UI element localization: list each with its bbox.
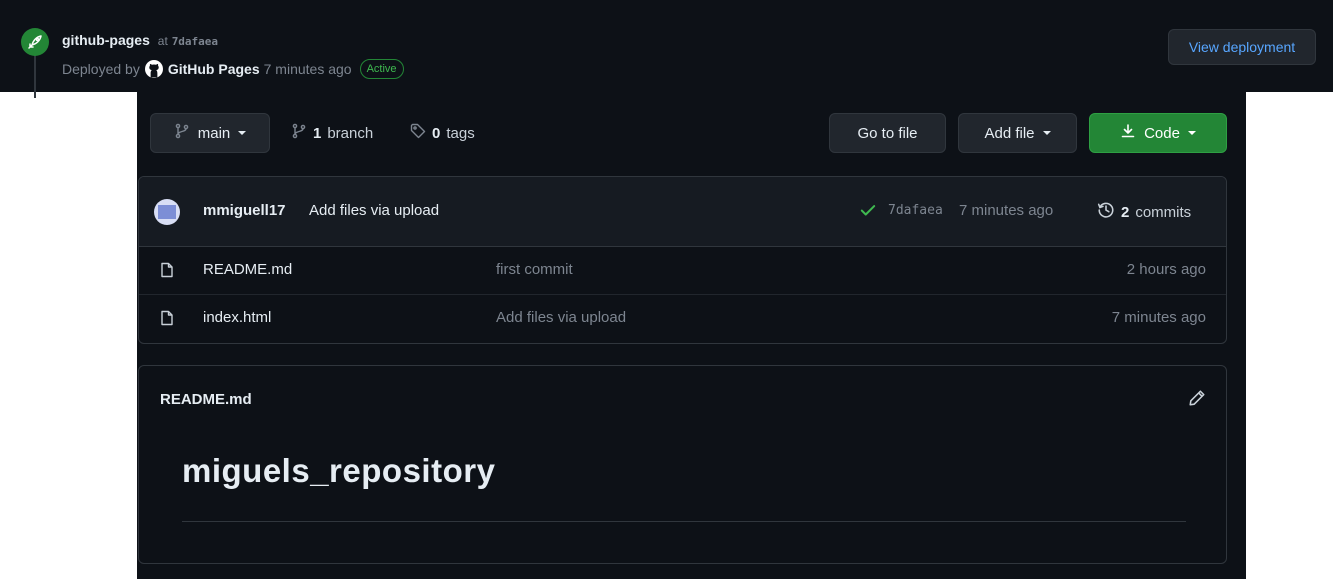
commit-sha[interactable]: 7dafaea: [888, 203, 943, 218]
deployed-by-line: Deployed by GitHub Pages 7 minutes ago A…: [62, 59, 404, 79]
chevron-down-icon: [1187, 131, 1196, 135]
code-label: Code: [1144, 124, 1180, 142]
git-branch-icon: [291, 123, 307, 143]
status-badge: Active: [359, 59, 404, 79]
file-name[interactable]: index.html: [203, 309, 271, 326]
table-row[interactable]: index.html Add files via upload 7 minute…: [139, 295, 1226, 343]
chevron-down-icon: [238, 131, 247, 135]
file-name[interactable]: README.md: [203, 261, 292, 278]
commit-message[interactable]: Add files via upload: [309, 202, 439, 219]
file-commit-message[interactable]: first commit: [496, 261, 573, 278]
pencil-icon[interactable]: [1188, 389, 1206, 412]
deployment-sha[interactable]: 7dafaea: [172, 35, 218, 48]
view-deployment-button[interactable]: View deployment: [1168, 29, 1316, 65]
download-icon: [1120, 123, 1136, 143]
github-logo-icon: [144, 59, 164, 79]
file-time: 2 hours ago: [1126, 261, 1206, 278]
branch-name: main: [197, 124, 231, 142]
at-label: at: [157, 34, 168, 48]
readme-heading: miguels_repository: [182, 452, 496, 489]
file-icon: [160, 310, 174, 331]
check-icon[interactable]: [859, 201, 877, 224]
deployer-name[interactable]: GitHub Pages: [168, 61, 260, 77]
tag-label: tags: [446, 124, 475, 142]
avatar[interactable]: [154, 199, 180, 225]
commit-count: 2: [1121, 203, 1130, 221]
commits-history-link[interactable]: 2 commits: [1097, 201, 1191, 223]
tag-icon: [410, 123, 426, 143]
add-file-button[interactable]: Add file: [958, 113, 1077, 153]
environment-name[interactable]: github-pages: [62, 32, 150, 48]
heading-divider: [182, 521, 1186, 522]
file-time: 7 minutes ago: [1111, 309, 1206, 326]
file-icon: [160, 262, 174, 283]
git-branch-icon: [174, 123, 190, 143]
deployed-by-label: Deployed by: [62, 61, 140, 77]
history-icon: [1097, 201, 1115, 223]
commit-label: commits: [1135, 203, 1192, 221]
commit-author[interactable]: mmiguell17: [203, 202, 286, 219]
branch-selector-button[interactable]: main: [150, 113, 270, 153]
go-to-file-button[interactable]: Go to file: [829, 113, 946, 153]
latest-commit-row: mmiguell17 Add files via upload 7dafaea …: [139, 177, 1226, 247]
file-list: mmiguell17 Add files via upload 7dafaea …: [138, 176, 1227, 344]
rocket-icon: [21, 28, 49, 56]
code-button[interactable]: Code: [1089, 113, 1227, 153]
repository-panel: main 1 branch 0 tags Go to file Add file: [137, 92, 1246, 579]
branch-count: 1: [313, 124, 322, 142]
deployment-banner: github-pages at 7dafaea Deployed by GitH…: [0, 0, 1333, 98]
tag-count: 0: [432, 124, 441, 142]
deployment-environment[interactable]: github-pages at 7dafaea: [62, 32, 218, 48]
branch-label: branch: [327, 124, 374, 142]
readme-panel: README.md miguels_repository: [138, 365, 1227, 564]
file-commit-message[interactable]: Add files via upload: [496, 309, 626, 326]
commit-time: 7 minutes ago: [959, 202, 1054, 219]
chevron-down-icon: [1042, 131, 1051, 135]
branches-link[interactable]: 1 branch: [291, 113, 373, 153]
table-row[interactable]: README.md first commit 2 hours ago: [139, 247, 1226, 295]
deployment-time: 7 minutes ago: [263, 61, 352, 77]
readme-title[interactable]: README.md: [160, 391, 252, 408]
add-file-label: Add file: [984, 124, 1035, 142]
tags-link[interactable]: 0 tags: [410, 113, 475, 153]
